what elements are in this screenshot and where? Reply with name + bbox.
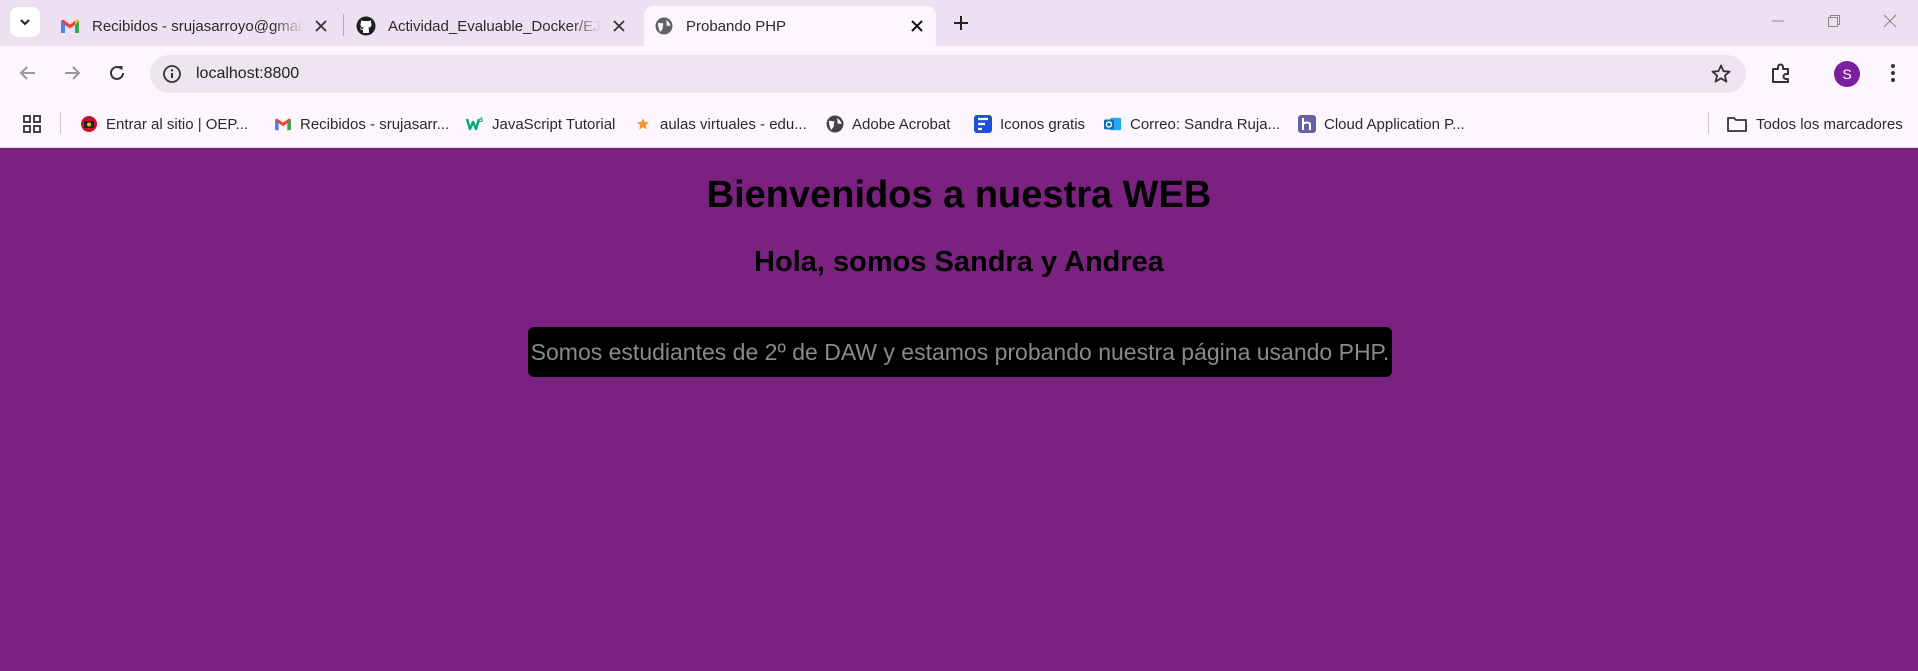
kebab-menu-icon[interactable] bbox=[1882, 60, 1904, 86]
close-window-button[interactable] bbox=[1870, 6, 1910, 36]
restore-icon bbox=[1828, 15, 1840, 27]
heroku-icon bbox=[1298, 115, 1316, 133]
gmail-icon bbox=[60, 16, 80, 36]
close-icon bbox=[1883, 14, 1897, 28]
profile-avatar[interactable]: S bbox=[1834, 61, 1860, 87]
globe-icon bbox=[654, 16, 674, 36]
reload-button[interactable] bbox=[103, 59, 131, 87]
bookmark-label: Cloud Application P... bbox=[1324, 115, 1465, 133]
bookmark-label: Adobe Acrobat bbox=[852, 115, 951, 133]
outlook-icon bbox=[1104, 115, 1122, 133]
plus-icon bbox=[954, 16, 968, 30]
address-bar[interactable]: localhost:8800 bbox=[150, 55, 1746, 93]
apps-grid-icon[interactable] bbox=[22, 114, 42, 134]
globe-icon bbox=[826, 115, 844, 133]
bookmark-label: Recibidos - srujasarr... bbox=[300, 115, 450, 133]
close-icon[interactable] bbox=[310, 15, 332, 37]
tab-probando-php[interactable]: Probando PHP bbox=[644, 6, 936, 46]
bookmark-item[interactable]: aulas virtuales - edu... bbox=[634, 110, 807, 138]
star-icon bbox=[634, 115, 652, 133]
bookmark-item[interactable]: Cloud Application P... bbox=[1298, 110, 1465, 138]
folder-icon bbox=[1726, 115, 1748, 133]
message-text: Somos estudiantes de 2º de DAW y estamos… bbox=[530, 338, 1390, 365]
svg-text:3: 3 bbox=[479, 117, 483, 124]
bookmark-label: JavaScript Tutorial bbox=[492, 115, 616, 133]
bookmark-item[interactable]: 3 JavaScript Tutorial bbox=[466, 110, 615, 138]
oep-icon bbox=[80, 115, 98, 133]
bookmark-item[interactable]: Entrar al sitio | OEP... bbox=[80, 110, 248, 138]
message-box: Somos estudiantes de 2º de DAW y estamos… bbox=[528, 327, 1392, 377]
bookmark-item[interactable]: Recibidos - srujasarr... bbox=[274, 110, 449, 138]
flaticon-icon bbox=[974, 115, 992, 133]
bookmarks-bar: Entrar al sitio | OEP... Recibidos - sru… bbox=[0, 100, 1918, 148]
bookmark-label: Todos los marcadores bbox=[1756, 115, 1903, 133]
tab-title: Recibidos - srujasarroyo@gmail.com bbox=[92, 17, 304, 35]
bookmarks-separator bbox=[1708, 112, 1709, 134]
tab-title: Actividad_Evaluable_Docker/EJE bbox=[388, 17, 602, 35]
minimize-icon bbox=[1772, 20, 1784, 22]
all-bookmarks-button[interactable]: Todos los marcadores bbox=[1726, 110, 1903, 138]
github-icon bbox=[356, 16, 376, 36]
forward-button[interactable] bbox=[58, 59, 86, 87]
browser-title-bar: Recibidos - srujasarroyo@gmail.com Activ… bbox=[0, 0, 1918, 46]
bookmark-item[interactable]: Iconos gratis bbox=[974, 110, 1085, 138]
tab-github[interactable]: Actividad_Evaluable_Docker/EJE bbox=[356, 6, 630, 46]
extensions-icon[interactable] bbox=[1768, 60, 1794, 86]
url-text[interactable]: localhost:8800 bbox=[196, 65, 299, 83]
bookmark-label: Entrar al sitio | OEP... bbox=[106, 115, 249, 133]
page-subheading: Hola, somos Sandra y Andrea bbox=[754, 246, 1164, 278]
bookmark-item[interactable]: Adobe Acrobat bbox=[826, 110, 950, 138]
arrow-left-icon bbox=[19, 66, 35, 80]
reload-icon bbox=[110, 65, 124, 80]
tab-search-button[interactable] bbox=[10, 7, 40, 37]
w3schools-icon: 3 bbox=[466, 115, 484, 133]
close-icon[interactable] bbox=[906, 15, 928, 37]
restore-button[interactable] bbox=[1814, 6, 1854, 36]
site-info-icon[interactable] bbox=[162, 64, 182, 84]
back-button[interactable] bbox=[14, 59, 42, 87]
page-heading: Bienvenidos a nuestra WEB bbox=[706, 174, 1212, 216]
gmail-icon bbox=[274, 115, 292, 133]
close-icon[interactable] bbox=[608, 15, 630, 37]
page-viewport: Bienvenidos a nuestra WEB Hola, somos Sa… bbox=[0, 148, 1918, 671]
bookmark-star-icon[interactable] bbox=[1710, 63, 1732, 85]
bookmarks-separator bbox=[60, 112, 61, 134]
bookmark-label: Iconos gratis bbox=[1000, 115, 1086, 133]
minimize-button[interactable] bbox=[1758, 6, 1798, 36]
chevron-down-icon bbox=[20, 19, 30, 26]
new-tab-button[interactable] bbox=[948, 10, 974, 36]
bookmark-item[interactable]: Correo: Sandra Ruja... bbox=[1104, 110, 1280, 138]
tab-separator bbox=[343, 14, 344, 36]
browser-toolbar: localhost:8800 S bbox=[0, 46, 1918, 100]
bookmark-label: aulas virtuales - edu... bbox=[660, 115, 807, 133]
tab-title: Probando PHP bbox=[686, 17, 787, 35]
bookmark-label: Correo: Sandra Ruja... bbox=[1130, 115, 1281, 133]
arrow-right-icon bbox=[65, 66, 81, 80]
tab-gmail[interactable]: Recibidos - srujasarroyo@gmail.com bbox=[60, 6, 332, 46]
